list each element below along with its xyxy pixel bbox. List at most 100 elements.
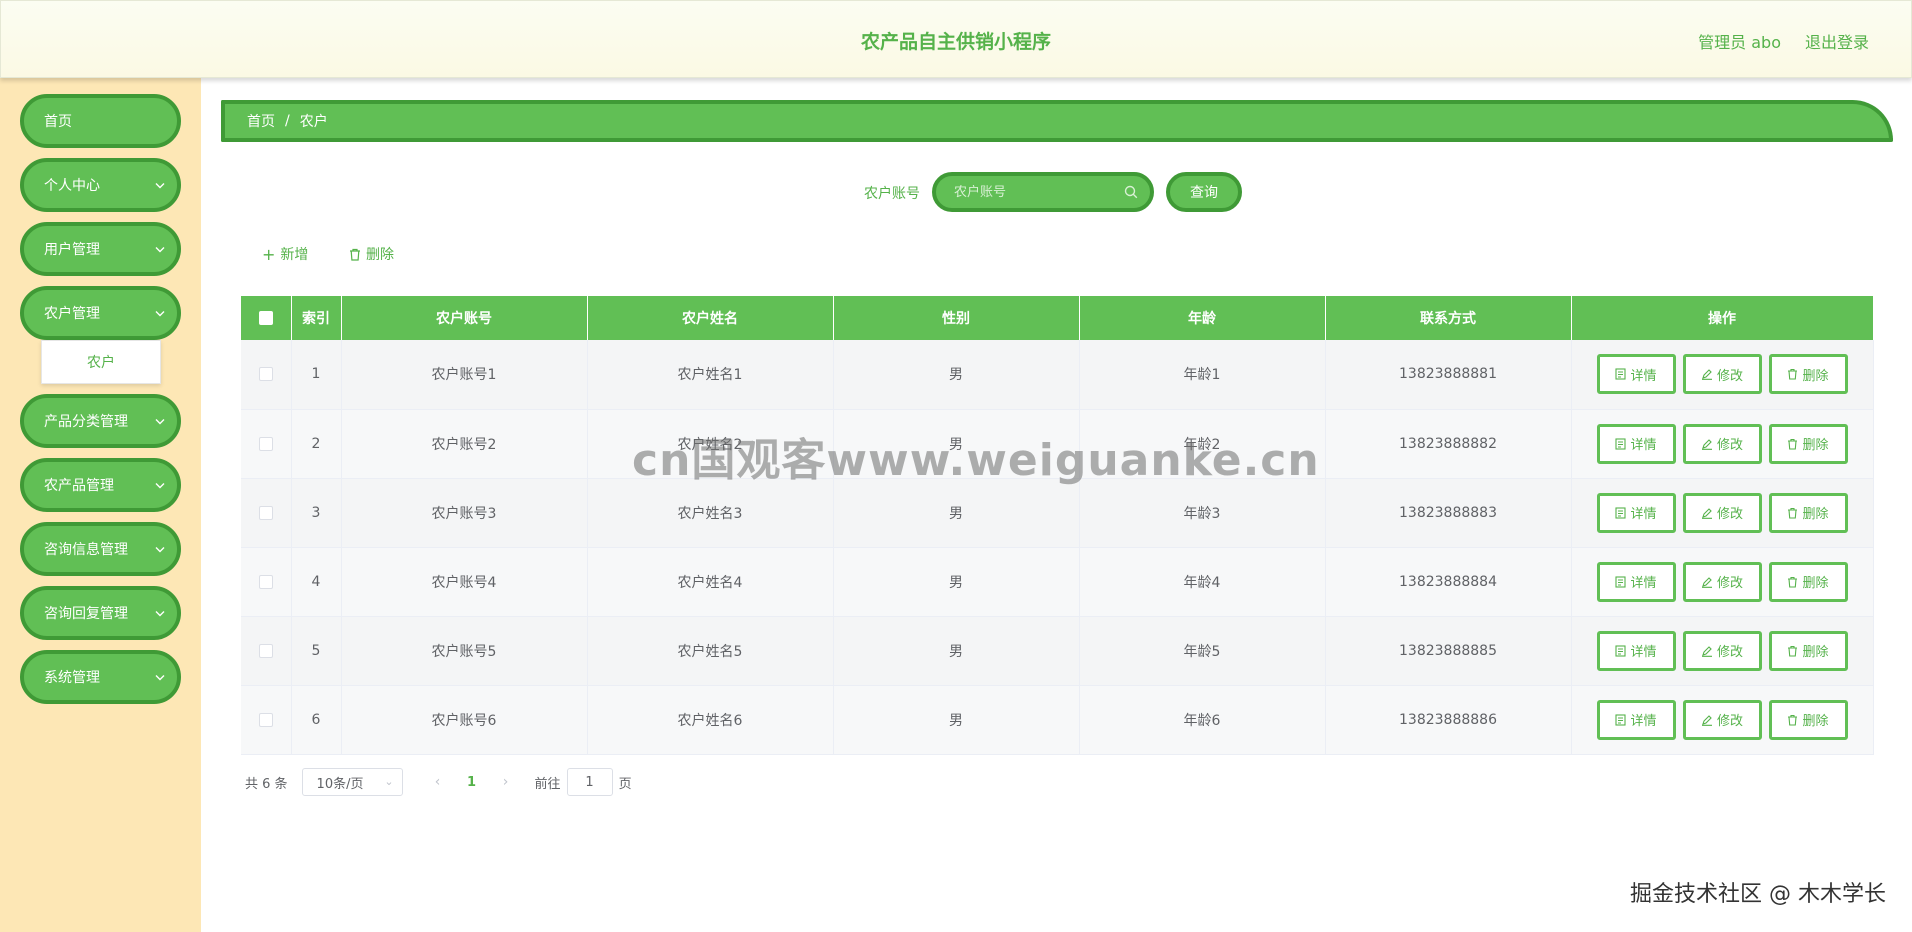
edit-label: 修改 xyxy=(1716,645,1743,660)
search-field[interactable] xyxy=(932,172,1154,212)
cell-name: 农户姓名3 xyxy=(587,478,834,548)
goto-page-input[interactable] xyxy=(566,768,613,796)
search-input[interactable] xyxy=(954,184,1114,200)
row-checkbox[interactable] xyxy=(258,436,273,451)
row-checkbox[interactable] xyxy=(258,712,273,727)
add-label: 新增 xyxy=(280,247,309,263)
sidebar-item-product-category-management[interactable]: 产品分类管理 xyxy=(20,394,181,448)
sidebar-item-label: 咨询回复管理 xyxy=(44,606,128,622)
document-icon xyxy=(1615,575,1627,588)
select-all-checkbox[interactable] xyxy=(258,311,273,325)
delete-label: 删除 xyxy=(366,247,394,263)
column-header: 性别 xyxy=(833,296,1080,340)
sidebar-item-label: 系统管理 xyxy=(44,670,100,686)
chevron-down-icon xyxy=(155,607,165,620)
row-actions-cell: 详情 修改 删除 xyxy=(1571,409,1874,479)
detail-button[interactable]: 详情 xyxy=(1596,354,1676,395)
detail-label: 详情 xyxy=(1630,368,1657,384)
cell-age: 年龄4 xyxy=(1079,547,1326,617)
add-button[interactable]: + 新增 xyxy=(262,244,308,264)
delete-button[interactable]: 删除 xyxy=(1768,630,1848,671)
cell-index: 3 xyxy=(291,478,342,548)
watermark-bottom-right: 掘金技术社区 @ 木木学长 xyxy=(1630,882,1886,907)
cell-name: 农户姓名5 xyxy=(587,616,834,686)
edit-button[interactable]: 修改 xyxy=(1682,492,1762,533)
sidebar-item-consult-info-management[interactable]: 咨询信息管理 xyxy=(20,522,181,576)
cell-phone: 13823888883 xyxy=(1325,478,1572,548)
sidebar-item-consult-reply-management[interactable]: 咨询回复管理 xyxy=(20,586,181,640)
detail-button[interactable]: 详情 xyxy=(1596,561,1676,602)
row-checkbox[interactable] xyxy=(258,505,273,520)
page-size-select[interactable]: 10条/页 ⌄ xyxy=(301,768,403,796)
cell-phone: 13823888885 xyxy=(1325,616,1572,686)
detail-label: 详情 xyxy=(1630,438,1657,453)
delete-button[interactable]: 删除 xyxy=(1768,354,1848,395)
edit-button[interactable]: 修改 xyxy=(1682,630,1762,671)
delete-label: 删除 xyxy=(1802,645,1829,660)
sidebar-item-label: 用户管理 xyxy=(44,242,100,258)
cell-index: 5 xyxy=(291,616,342,686)
cell-name: 农户姓名4 xyxy=(587,547,834,617)
delete-button[interactable]: 删除 xyxy=(1768,699,1848,740)
table-row: 4 农户账号4 农户姓名4 男年龄4 13823888884 详情 修改 删除 xyxy=(241,547,1874,617)
edit-label: 修改 xyxy=(1716,438,1743,453)
row-checkbox[interactable] xyxy=(258,574,273,589)
select-all-cell xyxy=(241,296,292,340)
sidebar-item-system-management[interactable]: 系统管理 xyxy=(20,650,181,704)
app-title: 农产品自主供销小程序 xyxy=(860,31,1051,53)
sidebar-item-home[interactable]: 首页 xyxy=(20,94,181,148)
detail-button[interactable]: 详情 xyxy=(1596,423,1676,464)
detail-button[interactable]: 详情 xyxy=(1596,699,1676,740)
row-select-cell xyxy=(241,547,292,617)
edit-button[interactable]: 修改 xyxy=(1682,354,1762,395)
sidebar-subitem-farmer[interactable]: 农户 xyxy=(41,340,161,384)
page-number[interactable]: 1 xyxy=(453,775,491,790)
row-checkbox[interactable] xyxy=(258,643,273,658)
prev-page-button[interactable]: ‹ xyxy=(423,774,453,790)
detail-button[interactable]: 详情 xyxy=(1596,630,1676,671)
current-user-label[interactable]: 管理员 abo xyxy=(1698,29,1781,53)
sidebar-item-product-management[interactable]: 农产品管理 xyxy=(20,458,181,512)
sidebar-item-label: 咨询信息管理 xyxy=(44,542,128,558)
chevron-down-icon: ⌄ xyxy=(384,775,394,788)
goto-page: 前往 页 xyxy=(535,768,632,796)
cell-gender: 男 xyxy=(833,409,1080,479)
sidebar-item-user-management[interactable]: 用户管理 xyxy=(20,222,181,276)
query-button[interactable]: 查询 xyxy=(1166,172,1242,212)
edit-button[interactable]: 修改 xyxy=(1682,561,1762,602)
sidebar-item-farmer-management[interactable]: 农户管理 xyxy=(20,286,181,340)
breadcrumb-home[interactable]: 首页 xyxy=(247,111,275,131)
next-page-button[interactable]: › xyxy=(491,774,521,790)
sidebar-item-label: 农户管理 xyxy=(44,306,100,322)
logout-link[interactable]: 退出登录 xyxy=(1805,29,1869,53)
batch-delete-button[interactable]: 删除 xyxy=(349,244,394,264)
delete-button[interactable]: 删除 xyxy=(1768,492,1848,533)
cell-account: 农户账号3 xyxy=(341,478,588,548)
sidebar-item-personal-center[interactable]: 个人中心 xyxy=(20,158,181,212)
document-icon xyxy=(1615,368,1627,380)
cell-gender: 男 xyxy=(833,340,1080,410)
pagination: 共 6 条 10条/页 ⌄ ‹ 1 › 前往 页 xyxy=(245,768,632,796)
edit-button[interactable]: 修改 xyxy=(1682,699,1762,740)
delete-button[interactable]: 删除 xyxy=(1768,423,1848,464)
edit-button[interactable]: 修改 xyxy=(1682,423,1762,464)
cell-name: 农户姓名2 xyxy=(587,409,834,479)
detail-label: 详情 xyxy=(1630,507,1657,522)
sidebar-item-label: 产品分类管理 xyxy=(44,414,128,430)
cell-index: 1 xyxy=(291,340,342,410)
row-actions-cell: 详情 修改 删除 xyxy=(1571,616,1874,686)
trash-icon xyxy=(1788,576,1798,588)
goto-suffix: 页 xyxy=(618,776,632,792)
delete-button[interactable]: 删除 xyxy=(1768,561,1848,602)
chevron-down-icon xyxy=(155,243,165,256)
trash-icon xyxy=(1788,369,1798,380)
pencil-icon xyxy=(1701,438,1712,450)
cell-gender: 男 xyxy=(833,685,1080,755)
cell-name: 农户姓名6 xyxy=(587,685,834,755)
document-icon xyxy=(1615,506,1627,519)
detail-button[interactable]: 详情 xyxy=(1596,492,1676,533)
trash-icon xyxy=(1788,438,1798,450)
farmer-table: 索引 农户账号 农户姓名 性别 年龄 联系方式 操作 1 农户账号1 农户姓名1 男年… xyxy=(241,296,1874,755)
cell-account: 农户账号4 xyxy=(341,547,588,617)
row-checkbox[interactable] xyxy=(258,367,273,382)
